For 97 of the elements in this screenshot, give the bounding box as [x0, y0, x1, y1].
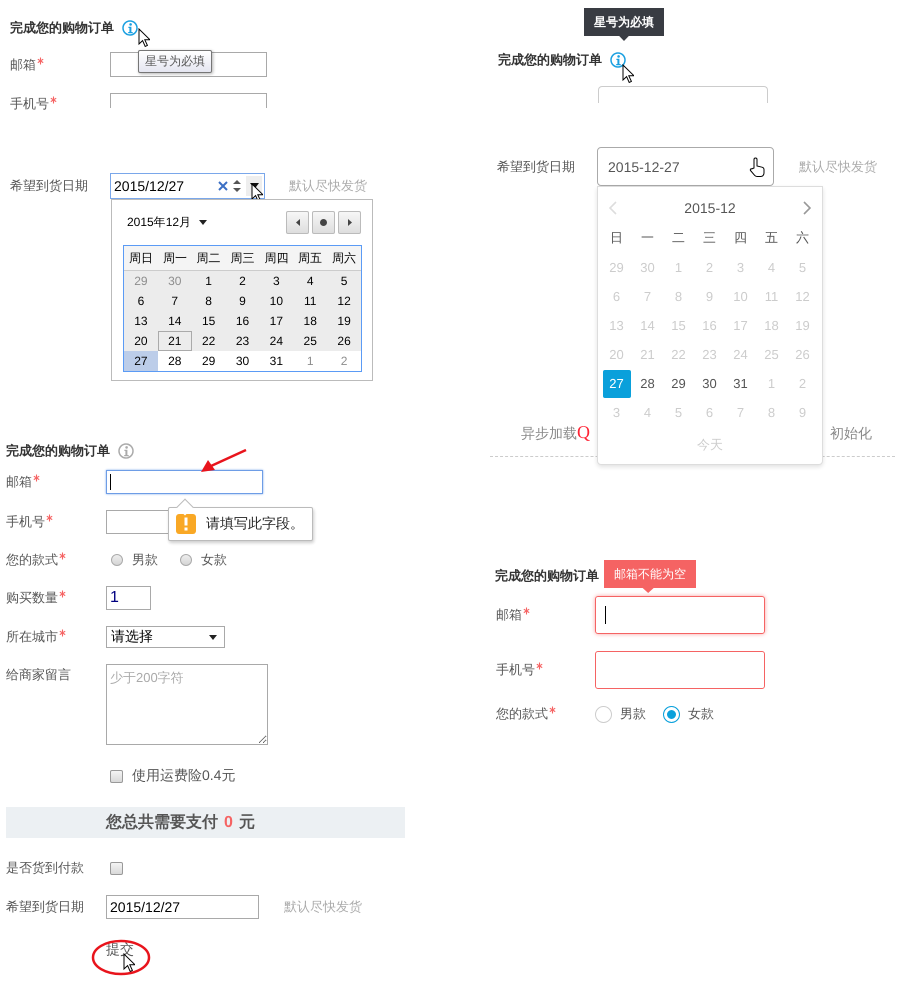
radio-button[interactable]: [180, 554, 192, 566]
field-label: 希望到货日期: [6, 898, 84, 916]
total-label: 您总共需要支付: [106, 812, 218, 833]
calendar-day[interactable]: 29: [192, 351, 226, 371]
calendar-day[interactable]: 29: [664, 370, 692, 398]
clear-icon[interactable]: [218, 181, 228, 191]
radio-button[interactable]: [595, 706, 612, 722]
field-label: 您的款式: [6, 551, 58, 569]
radio-button[interactable]: [663, 706, 680, 722]
weekday-label: 三: [702, 229, 717, 247]
weekday-label: 周四: [263, 250, 290, 266]
message-field[interactable]: 少于200字符: [106, 664, 268, 745]
quantity-field[interactable]: 1: [106, 586, 151, 610]
city-select[interactable]: 请选择: [106, 626, 225, 648]
month-label[interactable]: 2015年12月: [127, 214, 192, 230]
warning-icon: [176, 514, 196, 534]
validation-message: 请填写此字段。: [206, 515, 304, 533]
weekday-label: 四: [733, 229, 748, 247]
month-label: 2015-12: [684, 200, 736, 216]
previous-button[interactable]: [286, 210, 309, 234]
calendar-day[interactable]: 30: [226, 351, 260, 371]
cursor-icon: [622, 64, 634, 84]
option-label: 女款: [688, 705, 714, 723]
form-title: 完成您的购物订单: [495, 567, 599, 585]
dot-icon: [320, 218, 327, 226]
checkbox[interactable]: [110, 862, 123, 874]
input-field[interactable]: [106, 470, 263, 494]
weekday-label: 一: [640, 229, 655, 247]
weekday-label: 周六: [331, 250, 358, 266]
spinner-icon[interactable]: [233, 179, 241, 193]
tooltip: 星号为必填: [138, 50, 212, 73]
field-label: 手机号: [6, 513, 45, 531]
checkbox-label: 使用运费险0.4元: [132, 767, 236, 785]
weekday-label: 日: [609, 229, 624, 247]
option-label: 女款: [201, 551, 227, 569]
checkbox[interactable]: [110, 770, 123, 782]
weekday-label: 五: [764, 229, 779, 247]
next-button[interactable]: [338, 210, 361, 234]
weekday-label: 周日: [128, 250, 154, 266]
weekday-label: 周五: [297, 250, 324, 266]
field-label: 您的款式: [496, 705, 548, 723]
error-tooltip: 邮箱不能为空: [604, 560, 696, 593]
field-label: 购买数量: [6, 589, 58, 607]
form-title: 完成您的购物订单: [6, 442, 110, 460]
weekday-label: 周一: [162, 250, 188, 266]
annotation-arrow: [199, 448, 249, 474]
weekday-label: 二: [671, 229, 686, 247]
option-label: 男款: [132, 551, 158, 569]
input-field[interactable]: [595, 596, 765, 634]
date-field[interactable]: 2015/12/27: [106, 895, 259, 919]
note-text: 初始化: [830, 425, 872, 443]
calendar-day[interactable]: 28: [634, 370, 662, 398]
previous-icon: [296, 218, 300, 226]
calendar-day[interactable]: 31: [259, 351, 294, 371]
info-icon[interactable]: [610, 52, 626, 68]
field-label: 手机号: [10, 95, 49, 113]
caret-icon: [199, 220, 208, 224]
calendar-day[interactable]: 27: [124, 351, 158, 371]
highlight-ellipse: [91, 939, 151, 976]
input-field[interactable]: [110, 93, 267, 108]
chevron-right-icon[interactable]: [802, 201, 811, 215]
weekday-label: 周三: [229, 250, 256, 266]
date-field[interactable]: 2015-12-27: [597, 147, 774, 186]
input-field[interactable]: [595, 650, 765, 688]
total-amount: 0: [224, 814, 233, 832]
calendar-day[interactable]: 31: [726, 370, 754, 398]
hint-text: 默认尽快发货: [799, 158, 877, 176]
today-button[interactable]: [312, 210, 335, 234]
hand-cursor-icon: [749, 156, 765, 176]
weekday-label: 六: [795, 229, 810, 247]
form-title: 完成您的购物订单: [10, 19, 114, 37]
field-label: 是否货到付款: [6, 859, 84, 877]
field-label: 邮箱: [496, 606, 522, 624]
field-label: 所在城市: [6, 628, 58, 646]
radio-button[interactable]: [111, 554, 123, 566]
month-picker[interactable]: 2015年12月: [127, 214, 208, 230]
field-label: 手机号: [496, 660, 535, 678]
note-highlight: Q: [577, 422, 590, 443]
input-field[interactable]: [598, 86, 768, 103]
hint-text: 默认尽快发货: [289, 177, 367, 195]
calendar-day[interactable]: 28: [158, 351, 192, 371]
total-unit: 元: [238, 813, 255, 833]
field-label: 给商家留言: [6, 666, 71, 684]
form-title: 完成您的购物订单: [498, 51, 602, 69]
note-text: 异步加载: [521, 425, 577, 443]
hint-text: 默认尽快发货: [284, 898, 362, 916]
calendar-day[interactable]: 30: [696, 370, 724, 398]
next-icon: [348, 218, 352, 226]
tooltip: 星号为必填: [584, 8, 664, 41]
field-label: 希望到货日期: [10, 177, 88, 195]
field-label: 邮箱: [6, 473, 32, 491]
field-label: 希望到货日期: [497, 158, 575, 176]
field-label: 邮箱: [10, 56, 36, 74]
option-label: 男款: [620, 705, 646, 723]
cursor-icon: [138, 28, 150, 48]
caret-icon: [209, 634, 217, 640]
weekday-label: 周二: [196, 250, 222, 266]
